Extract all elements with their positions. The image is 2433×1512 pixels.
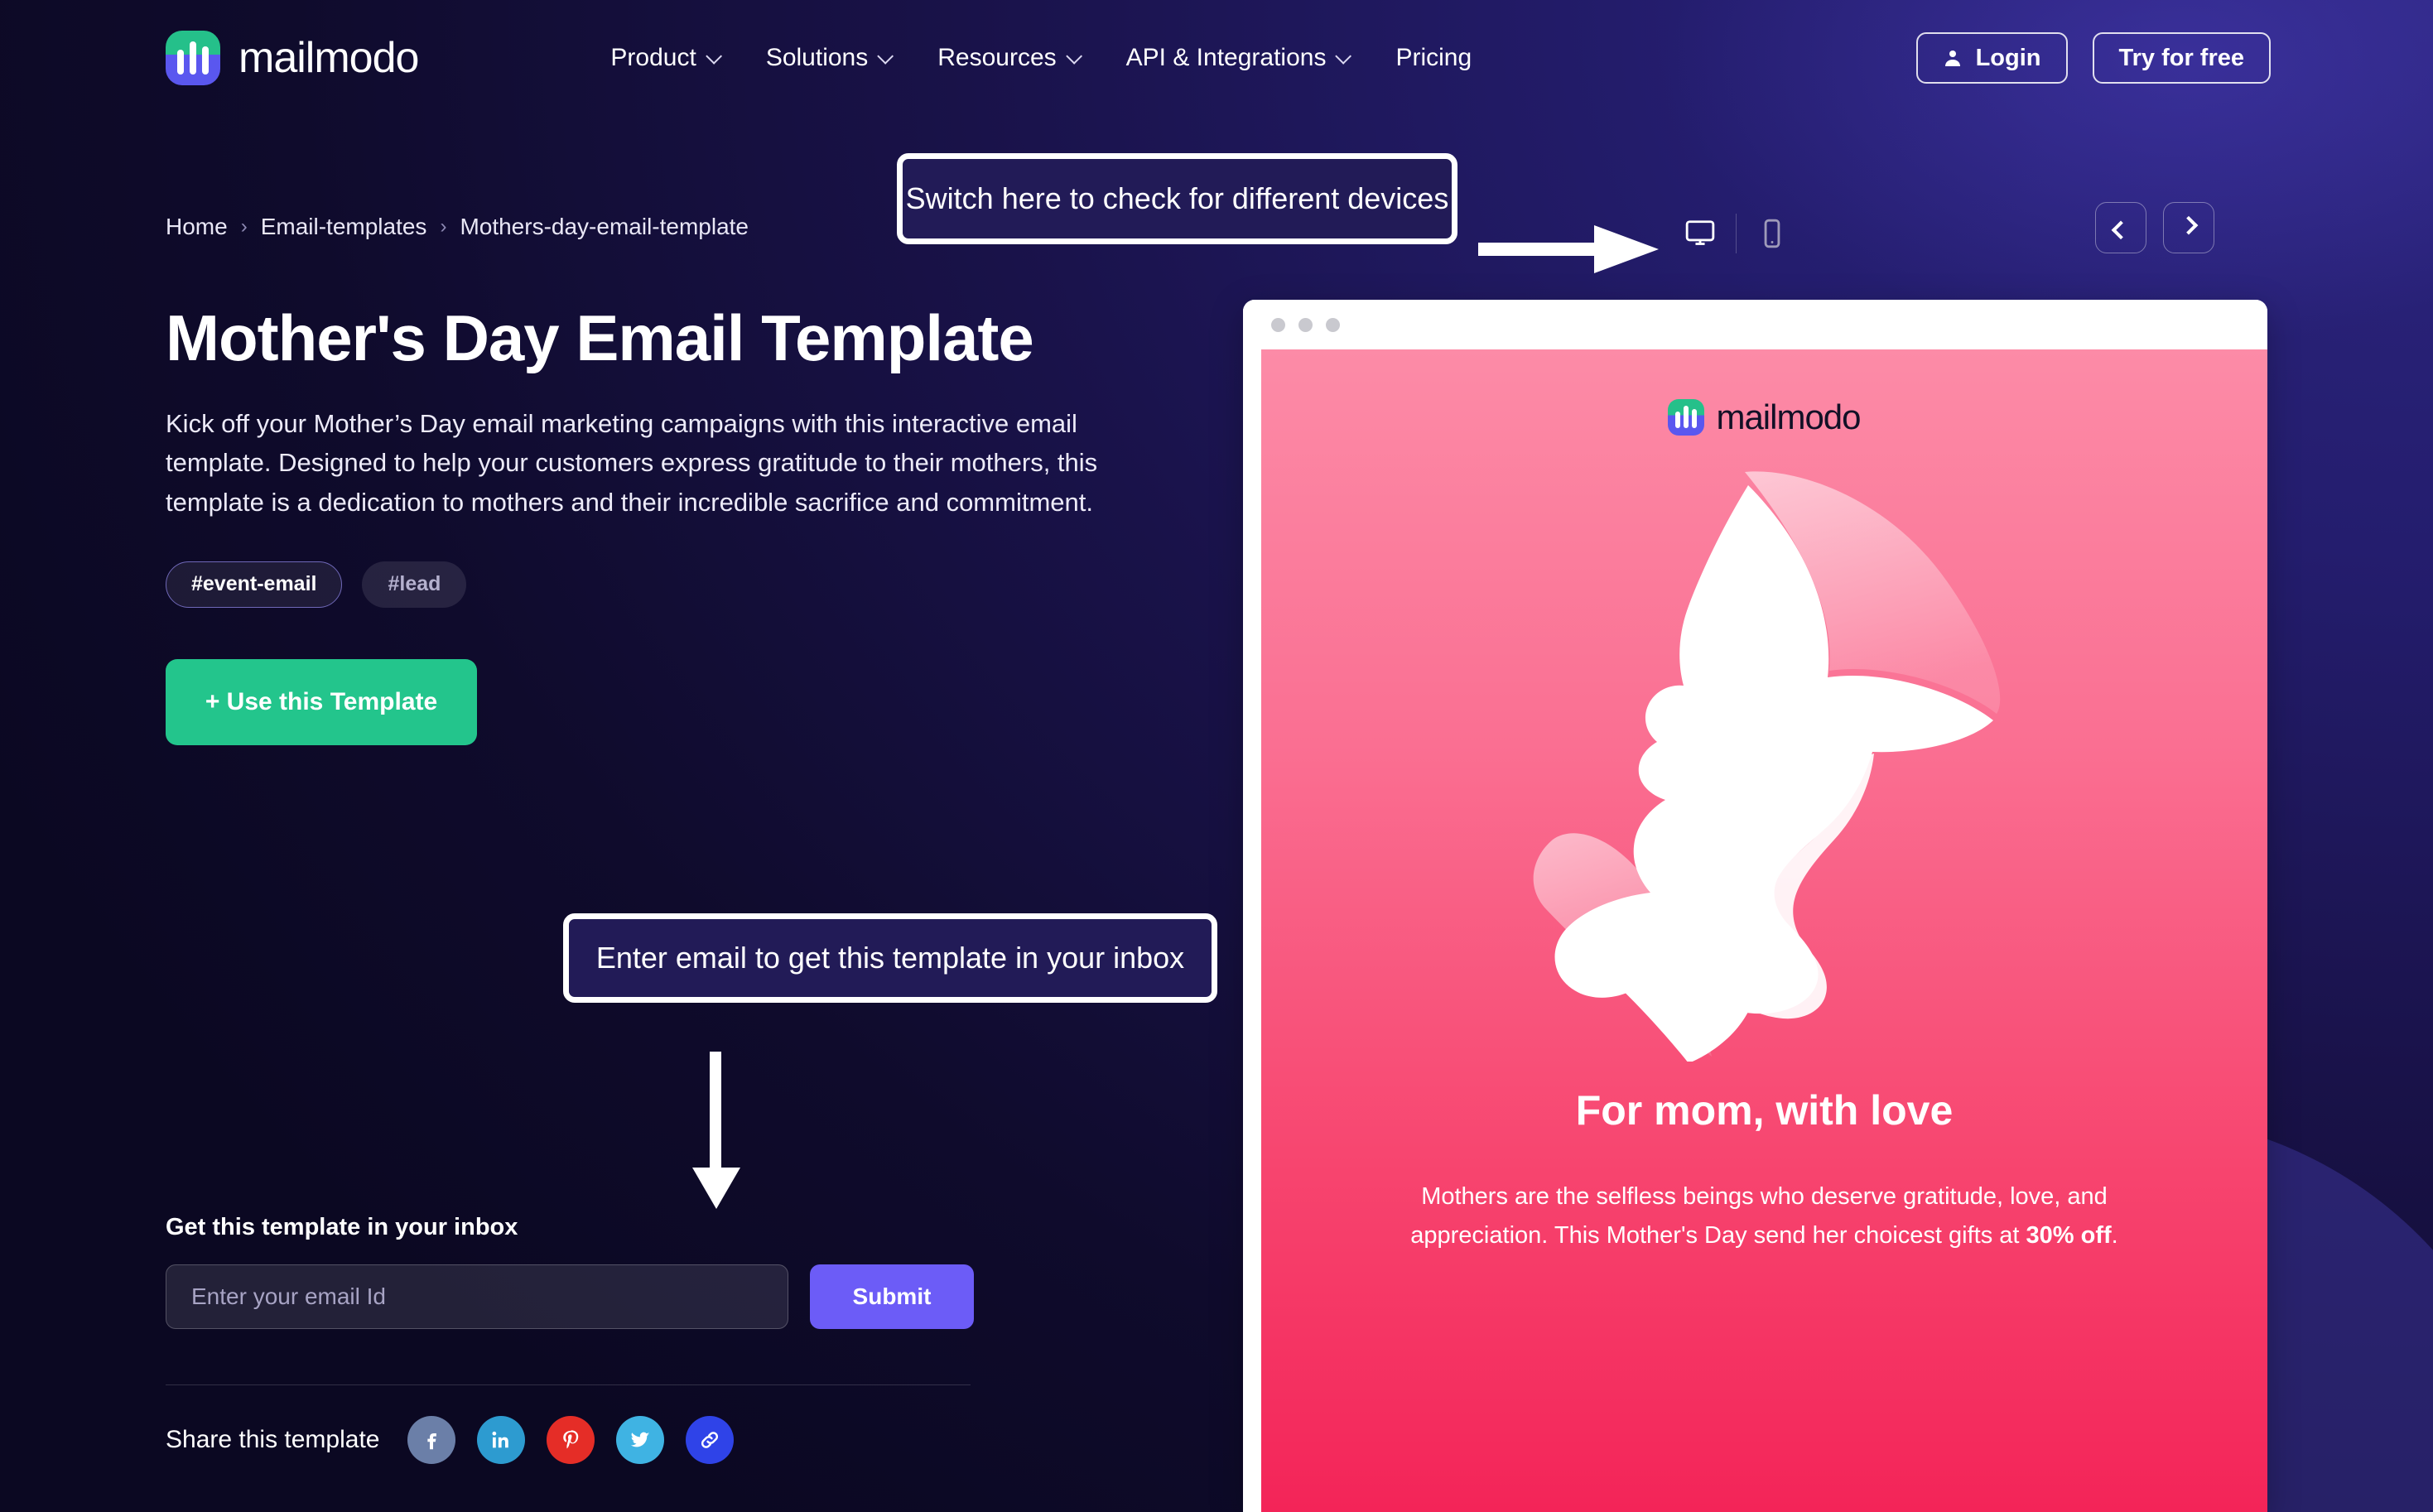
email-preview-window: mailmodo For mom, with love Mothers are …: [1243, 300, 2267, 1512]
nav-label: Pricing: [1395, 44, 1472, 71]
email-body-text: Mothers are the selfless beings who dese…: [1367, 1177, 2162, 1255]
breadcrumb-item-current[interactable]: Mothers-day-email-template: [460, 214, 749, 240]
login-button[interactable]: Login: [1915, 32, 2068, 84]
share-divider: [166, 1384, 971, 1385]
chevron-right-icon: [2179, 215, 2199, 235]
site-header: mailmodo Product Solutions Resources API…: [0, 0, 2433, 116]
facebook-icon: [427, 1433, 437, 1450]
share-label: Share this template: [166, 1426, 380, 1453]
email-input[interactable]: [166, 1264, 788, 1329]
breadcrumb-separator-icon: ›: [240, 215, 248, 238]
breadcrumb-item-home[interactable]: Home: [166, 214, 228, 240]
email-body-prefix: Mothers are the selfless beings who dese…: [1410, 1183, 2108, 1249]
twitter-icon: [631, 1432, 650, 1447]
annotation-text: Switch here to check for different devic…: [905, 181, 1449, 215]
desktop-view-button[interactable]: [1665, 207, 1736, 260]
mailmodo-logo-icon: [1668, 399, 1705, 436]
device-toggle: [1665, 207, 1808, 260]
tag-lead[interactable]: #lead: [362, 561, 467, 608]
previous-template-button[interactable]: [2095, 202, 2146, 253]
use-this-template-button[interactable]: + Use this Template: [166, 658, 477, 745]
annotation-arrow-right: [1478, 225, 1659, 273]
nav-item-resources[interactable]: Resources: [937, 44, 1082, 72]
page-description: Kick off your Mother’s Day email marketi…: [166, 409, 1098, 517]
browser-chrome: [1243, 300, 2267, 349]
email-brand-logo: mailmodo: [1668, 397, 1862, 437]
email-preview-body: mailmodo For mom, with love Mothers are …: [1261, 349, 2267, 1512]
window-dot-icon: [1271, 317, 1285, 332]
page-title: Mother's Day Email Template: [166, 301, 1034, 374]
annotation-email-field: Enter email to get this template in your…: [563, 913, 1217, 1003]
inbox-form-label: Get this template in your inbox: [166, 1214, 518, 1240]
chevron-left-icon: [2111, 220, 2131, 240]
email-body-bold: 30% off: [2026, 1221, 2112, 1249]
annotation-arrow-down: [692, 1052, 740, 1209]
pinterest-icon: [563, 1430, 579, 1449]
window-dot-icon: [1298, 317, 1313, 332]
share-twitter-button[interactable]: [616, 1416, 665, 1464]
breadcrumb: Home › Email-templates › Mothers-day-ema…: [166, 214, 749, 240]
chevron-down-icon: [706, 47, 722, 65]
login-label: Login: [1975, 44, 2041, 71]
chevron-down-icon: [877, 47, 894, 65]
annotation-device-switch: Switch here to check for different devic…: [897, 153, 1457, 244]
share-linkedin-button[interactable]: [477, 1416, 526, 1464]
email-body-suffix: .: [2111, 1221, 2118, 1249]
email-heading: For mom, with love: [1575, 1087, 1954, 1134]
nav-item-pricing[interactable]: Pricing: [1395, 44, 1472, 72]
tag-event-email[interactable]: #event-email: [166, 561, 343, 608]
brand-logo[interactable]: mailmodo: [166, 31, 419, 85]
nav-item-product[interactable]: Product: [610, 44, 722, 72]
linkedin-icon: [492, 1431, 509, 1448]
mother-and-child-silhouette-icon: [1533, 471, 2000, 1062]
tag-list: #event-email #lead: [166, 561, 1126, 608]
desktop-icon: [1685, 220, 1715, 245]
mobile-icon: [1764, 219, 1780, 248]
email-brand-logo-text: mailmodo: [1716, 397, 1861, 436]
main-navigation: Product Solutions Resources API & Integr…: [610, 44, 1472, 72]
header-actions: Login Try for free: [1915, 32, 2271, 84]
template-pager: [2095, 202, 2214, 253]
mailmodo-logo-icon: [166, 31, 220, 85]
nav-item-solutions[interactable]: Solutions: [765, 44, 894, 72]
annotation-text: Enter email to get this template in your…: [595, 940, 1185, 975]
share-facebook-button[interactable]: [407, 1416, 456, 1464]
inbox-form: Submit: [166, 1264, 974, 1329]
nav-item-api-integrations[interactable]: API & Integrations: [1125, 44, 1352, 72]
submit-button[interactable]: Submit: [810, 1264, 974, 1329]
nav-label: Resources: [937, 44, 1057, 71]
window-dot-icon: [1326, 317, 1340, 332]
chevron-down-icon: [1065, 47, 1082, 65]
next-template-button[interactable]: [2163, 202, 2214, 253]
person-icon: [1944, 51, 1960, 66]
share-pinterest-button[interactable]: [547, 1416, 595, 1464]
link-icon: [701, 1432, 719, 1448]
try-for-free-button[interactable]: Try for free: [2092, 32, 2271, 84]
chevron-down-icon: [1335, 47, 1352, 65]
breadcrumb-separator-icon: ›: [440, 215, 447, 238]
nav-label: Solutions: [765, 44, 869, 71]
brand-logo-text: mailmodo: [238, 34, 419, 82]
nav-label: Product: [610, 44, 696, 71]
nav-label: API & Integrations: [1125, 44, 1327, 71]
try-label: Try for free: [2118, 44, 2245, 71]
share-copy-link-button[interactable]: [686, 1416, 735, 1464]
breadcrumb-item-email-templates[interactable]: Email-templates: [261, 214, 427, 240]
mobile-view-button[interactable]: [1737, 207, 1808, 260]
template-info-panel: Mother's Day Email Template Kick off you…: [166, 301, 1126, 745]
share-bar: Share this template: [166, 1416, 735, 1464]
